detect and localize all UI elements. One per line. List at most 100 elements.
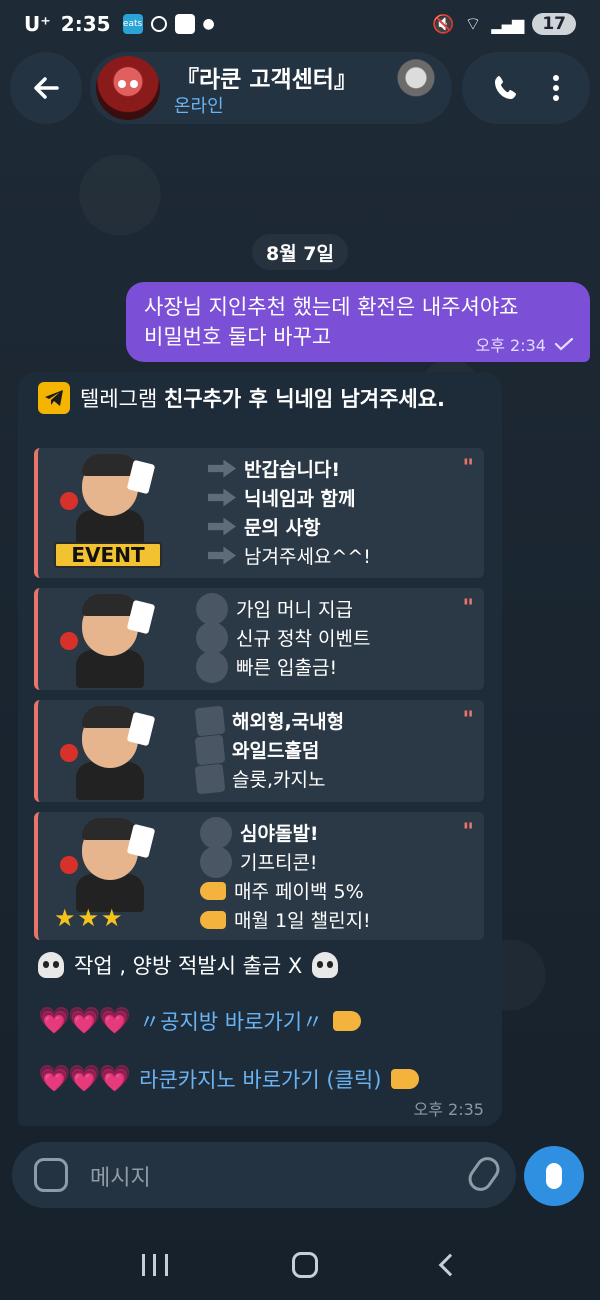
pointing-hand-icon (200, 881, 226, 900)
promo-line: 해외형,국내형 (232, 711, 345, 733)
eats-app-icon: eats (122, 14, 143, 34)
cards-icon (194, 734, 226, 765)
mascot-image (60, 816, 160, 912)
arrow-left-icon (34, 77, 59, 99)
arrow-right-icon (208, 459, 236, 478)
night-icon (200, 816, 232, 849)
quote-icon: " (462, 456, 474, 481)
promo-line: 슬롯,카지노 (232, 769, 326, 791)
mascot-image (60, 452, 160, 548)
casino-link-line: 💗💗💗 라쿤카지노 바로가기 (클릭) (38, 1064, 420, 1094)
raccoon-sticker-icon (394, 58, 438, 102)
header-actions (462, 52, 590, 124)
incoming-message[interactable]: 텔레그램 친구추가 후 닉네임 남겨주세요. " EVENT 반갑습니다! 닉네… (18, 372, 502, 1126)
voice-record-button[interactable] (524, 1146, 584, 1206)
arrow-right-icon (208, 488, 236, 507)
app-notification-icon (150, 16, 167, 32)
message-input-bar: 메시지 (12, 1142, 516, 1208)
promo-line: 와일드홀덤 (232, 740, 320, 762)
check-icon (554, 337, 574, 351)
wifi-icon: ⌔ (464, 13, 482, 35)
promo-line: 매주 페이백 5% (234, 881, 364, 903)
promo-lines: 심야돌발! 기프티콘! 매주 페이백 5% 매월 1일 챌린지! (200, 816, 371, 934)
hearts-icon: 💗💗💗 (38, 1006, 131, 1036)
outgoing-meta: 오후 2:34 (476, 332, 574, 356)
system-nav-bar (0, 1240, 600, 1290)
signal-icon: ▂▄▆ (491, 14, 524, 34)
recent-apps-icon[interactable] (142, 1254, 168, 1276)
promo-lines: 반갑습니다! 닉네임과 함께 문의 사항 남겨주세요^^! (208, 454, 371, 570)
promo-line: 가입 머니 지급 (236, 599, 353, 621)
status-time: 2:35 (60, 12, 111, 36)
speed-icon (196, 650, 228, 683)
quote-icon: " (462, 820, 474, 845)
globe-icon (194, 705, 226, 736)
sticker-icon[interactable] (34, 1158, 68, 1192)
warning-line: 작업 , 양방 적발시 출금 X (38, 950, 339, 980)
chat-title: 『라쿤 고객센터』 (176, 67, 357, 93)
promo-card-games: " 해외형,국내형 와일드홀덤 슬롯,카지노 (34, 700, 484, 802)
promo-lines: 가입 머니 지급 신규 정착 이벤트 빠른 입출금! (196, 592, 371, 683)
home-icon[interactable] (292, 1252, 318, 1278)
carrier-label: U⁺ (24, 12, 51, 36)
notice-room-link[interactable]: 〃공지방 바로가기〃 (139, 1006, 323, 1036)
promo-line: 남겨주세요^^! (244, 546, 371, 568)
event-icon (196, 621, 228, 654)
avatar (96, 56, 160, 120)
back-icon[interactable] (438, 1253, 462, 1277)
promo-line: 매월 1일 챌린지! (234, 910, 371, 932)
pointing-hand-icon (333, 1011, 362, 1031)
outgoing-message[interactable]: 사장님 지인추천 했는데 환전은 내주셔야죠 비밀번호 둘다 바꾸고 오후 2:… (126, 282, 590, 362)
slot-icon (194, 763, 226, 794)
skull-icon (312, 952, 339, 978)
promo-line: 빠른 입출금! (236, 657, 338, 679)
mascot-image (60, 704, 160, 800)
arrow-right-icon (208, 546, 236, 565)
arrow-right-icon (208, 517, 236, 536)
intro-bold-text: 친구추가 후 닉네임 남겨주세요. (163, 387, 446, 411)
money-icon (196, 592, 228, 625)
mute-icon: 🔇 (432, 13, 455, 35)
pointing-hand-icon (391, 1069, 420, 1089)
chat-header[interactable]: 『라쿤 고객센터』 온라인 (90, 52, 452, 124)
promo-line: 심야돌발! (240, 823, 319, 845)
microphone-icon (546, 1163, 562, 1189)
promo-line: 신규 정착 이벤트 (236, 628, 371, 650)
promo-card-event: " EVENT 반갑습니다! 닉네임과 함께 문의 사항 남겨주세요^^! (34, 448, 484, 578)
date-separator: 8월 7일 (252, 234, 348, 270)
promo-line: 닉네임과 함께 (244, 488, 356, 510)
phone-icon[interactable] (491, 73, 521, 103)
more-vertical-icon[interactable] (551, 73, 561, 103)
back-button[interactable] (10, 52, 82, 124)
skull-icon (38, 952, 64, 978)
intro-text: 텔레그램 (80, 387, 164, 411)
quote-icon: " (462, 596, 474, 621)
naver-icon (174, 14, 195, 34)
quote-icon: " (462, 708, 474, 733)
incoming-time: 오후 2:35 (413, 1100, 484, 1119)
status-bar: U⁺ 2:35 eats ● 🔇 ⌔ ▂▄▆ 17 (0, 0, 600, 48)
mascot-image (60, 592, 160, 688)
warning-text: 작업 , 양방 적발시 출금 X (74, 954, 303, 978)
notice-link-line: 💗💗💗 〃공지방 바로가기〃 (38, 1006, 362, 1036)
promo-line: 문의 사항 (244, 517, 321, 539)
promo-line: 기프티콘! (240, 852, 318, 874)
outgoing-message-line: 사장님 지인추천 했는데 환전은 내주셔야죠 (144, 295, 519, 319)
casino-link[interactable]: 라쿤카지노 바로가기 (클릭) (139, 1064, 381, 1094)
promo-lines: 해외형,국내형 와일드홀덤 슬롯,카지노 (194, 705, 345, 794)
promo-card-bonus: " ★★★ 심야돌발! 기프티콘! 매주 페이백 5% 매월 1일 챌린지! (34, 812, 484, 940)
pointing-hand-icon (200, 910, 226, 929)
chat-online-status: 온라인 (174, 96, 224, 117)
battery-indicator: 17 (532, 13, 576, 35)
stars-icon: ★★★ (54, 904, 125, 932)
attach-icon[interactable] (463, 1152, 505, 1196)
notification-dot-icon: ● (202, 16, 215, 32)
promo-line: 반갑습니다! (244, 459, 341, 481)
gift-icon (200, 845, 232, 878)
event-badge: EVENT (54, 542, 162, 568)
promo-card-signup: " 가입 머니 지급 신규 정착 이벤트 빠른 입출금! (34, 588, 484, 690)
telegram-icon (38, 382, 70, 414)
hearts-icon: 💗💗💗 (38, 1064, 131, 1094)
outgoing-time: 오후 2:34 (475, 336, 546, 355)
message-input[interactable]: 메시지 (90, 1160, 151, 1192)
